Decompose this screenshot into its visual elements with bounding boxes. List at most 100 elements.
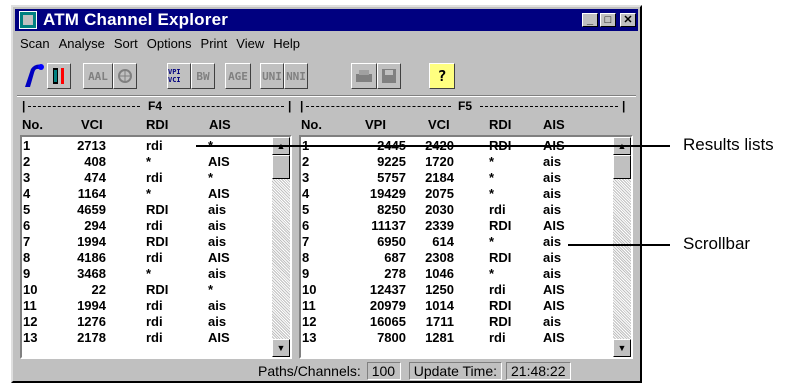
f5-col-rdi[interactable]: RDI	[489, 117, 511, 132]
f4-cell-ais: ais	[208, 298, 227, 313]
nni-button[interactable]: NNI	[284, 63, 308, 89]
f4-cell-ais: AIS	[208, 250, 230, 265]
app-icon	[19, 11, 37, 29]
bw-button[interactable]: BW	[191, 63, 215, 89]
title-bar[interactable]: ATM Channel Explorer _ □ ✕	[15, 9, 638, 31]
minimize-button[interactable]: _	[582, 13, 598, 27]
f4-cell-ais: *	[208, 170, 214, 185]
maximize-button[interactable]: □	[600, 13, 616, 27]
f5-cell-vci: 1720	[425, 154, 454, 169]
f4-cell-no: 4	[23, 186, 31, 201]
f5-cell-ais: AIS	[543, 282, 565, 297]
f5-cell-vpi: 6950	[377, 234, 406, 249]
f5-cell-vpi: 11137	[371, 218, 406, 233]
f5-cell-vpi: 16065	[369, 314, 406, 329]
f5-col-ais[interactable]: AIS	[543, 117, 565, 132]
f4-cell-vci: 4659	[77, 202, 106, 217]
f5-cell-ais: ais	[543, 202, 562, 217]
f4-cell-ais: ais	[208, 234, 227, 249]
f5-results-list[interactable]: ▲ ▼ 124452420RDIAIS292251720*ais35757218…	[299, 135, 633, 359]
menu-help[interactable]: Help	[270, 34, 306, 54]
f5-cell-vpi: 20979	[369, 298, 406, 313]
channel-scan-icon[interactable]	[21, 61, 47, 89]
f4-cell-vci: 1276	[77, 314, 106, 329]
menu-scan[interactable]: Scan	[17, 34, 56, 54]
f4-cell-rdi: rdi	[146, 138, 163, 153]
menu-analyse[interactable]: Analyse	[56, 34, 111, 54]
f4-cell-no: 7	[23, 234, 31, 249]
f4-cell-ais: AIS	[208, 330, 230, 345]
f5-cell-no: 10	[302, 282, 317, 297]
f4-col-rdi[interactable]: RDI	[146, 117, 168, 132]
help-button[interactable]: ?	[429, 63, 455, 89]
f4-cell-vci: 408	[84, 154, 106, 169]
uni-button[interactable]: UNI	[260, 63, 284, 89]
f5-cell-no: 12	[302, 314, 317, 329]
f5-cell-vci: 1281	[425, 330, 454, 345]
f4-cell-vci: 1994	[77, 234, 106, 249]
f5-scroll-thumb[interactable]	[613, 155, 631, 179]
f5-col-vci[interactable]: VCI	[428, 117, 450, 132]
f4-cell-ais: ais	[208, 218, 227, 233]
f5-cell-no: 11	[302, 298, 316, 313]
f5-cell-vci: 1711	[425, 314, 454, 329]
f4-cell-no: 10	[23, 282, 38, 297]
f4-cell-no: 11	[23, 298, 37, 313]
f5-cell-no: 7	[302, 234, 310, 249]
menu-print[interactable]: Print	[198, 34, 234, 54]
close-button[interactable]: ✕	[620, 13, 636, 27]
f5-cell-rdi: rdi	[489, 282, 506, 297]
f4-scrollbar[interactable]: ▲ ▼	[272, 137, 290, 357]
f4-col-ais[interactable]: AIS	[209, 117, 231, 132]
f5-cell-no: 9	[302, 266, 310, 281]
f5-col-vpi[interactable]: VPI	[365, 117, 386, 132]
meter-button[interactable]	[47, 63, 71, 89]
f4-results-list[interactable]: ▲ ▼ 12713rdi*2408*AIS3474rdi*41164*AIS54…	[20, 135, 292, 359]
f5-cell-vci: 2339	[425, 218, 454, 233]
f5-cell-vpi: 5757	[377, 170, 406, 185]
f4-cell-no: 9	[23, 266, 31, 281]
f4-scroll-down-button[interactable]: ▼	[272, 339, 290, 357]
menu-options[interactable]: Options	[144, 34, 198, 54]
f5-scroll-down-button[interactable]: ▼	[613, 339, 631, 357]
globe-icon	[118, 69, 132, 83]
f4-cell-vci: 294	[84, 218, 106, 233]
f4-cell-ais: ais	[208, 202, 227, 217]
f5-cell-rdi: *	[489, 170, 495, 185]
f4-cell-no: 8	[23, 250, 31, 265]
f5-cell-ais: ais	[543, 186, 562, 201]
print-button[interactable]	[351, 63, 377, 89]
f4-cell-no: 12	[23, 314, 38, 329]
vpi-vci-button[interactable]: VPI VCI	[167, 63, 191, 89]
f5-cell-ais: AIS	[543, 218, 565, 233]
f4-col-vci[interactable]: VCI	[81, 117, 103, 132]
menu-sort[interactable]: Sort	[111, 34, 144, 54]
f5-col-no[interactable]: No.	[301, 117, 322, 132]
f4-cell-ais: AIS	[208, 186, 230, 201]
window-title: ATM Channel Explorer	[43, 10, 229, 29]
f4-scroll-thumb[interactable]	[272, 155, 290, 179]
meter-icon	[53, 68, 64, 84]
menu-bar: Scan Analyse Sort Options Print View Hel…	[17, 34, 306, 54]
f5-cell-rdi: *	[489, 154, 495, 169]
f4-col-no[interactable]: No.	[22, 117, 43, 132]
f4-cell-rdi: rdi	[146, 250, 163, 265]
f5-cell-rdi: *	[489, 186, 495, 201]
f4-cell-rdi: rdi	[146, 218, 163, 233]
f5-cell-ais: ais	[543, 250, 562, 265]
age-button[interactable]: AGE	[225, 63, 251, 89]
f4-cell-rdi: RDI	[146, 282, 169, 297]
aal-button[interactable]: AAL	[83, 63, 113, 89]
save-button[interactable]	[377, 63, 401, 89]
f5-cell-vpi: 687	[384, 250, 406, 265]
f4-cell-vci: 3468	[77, 266, 106, 281]
f4-header-label: F4	[148, 99, 163, 113]
f4-cell-rdi: rdi	[146, 298, 163, 313]
globe-button[interactable]	[113, 63, 137, 89]
menu-view[interactable]: View	[233, 34, 270, 54]
f4-cell-no: 5	[23, 202, 31, 217]
results-lists-leader-line	[196, 145, 670, 147]
update-time-value: 21:48:22	[506, 362, 571, 380]
f5-scrollbar[interactable]: ▲ ▼	[613, 137, 631, 357]
f4-cell-vci: 2178	[77, 330, 106, 345]
